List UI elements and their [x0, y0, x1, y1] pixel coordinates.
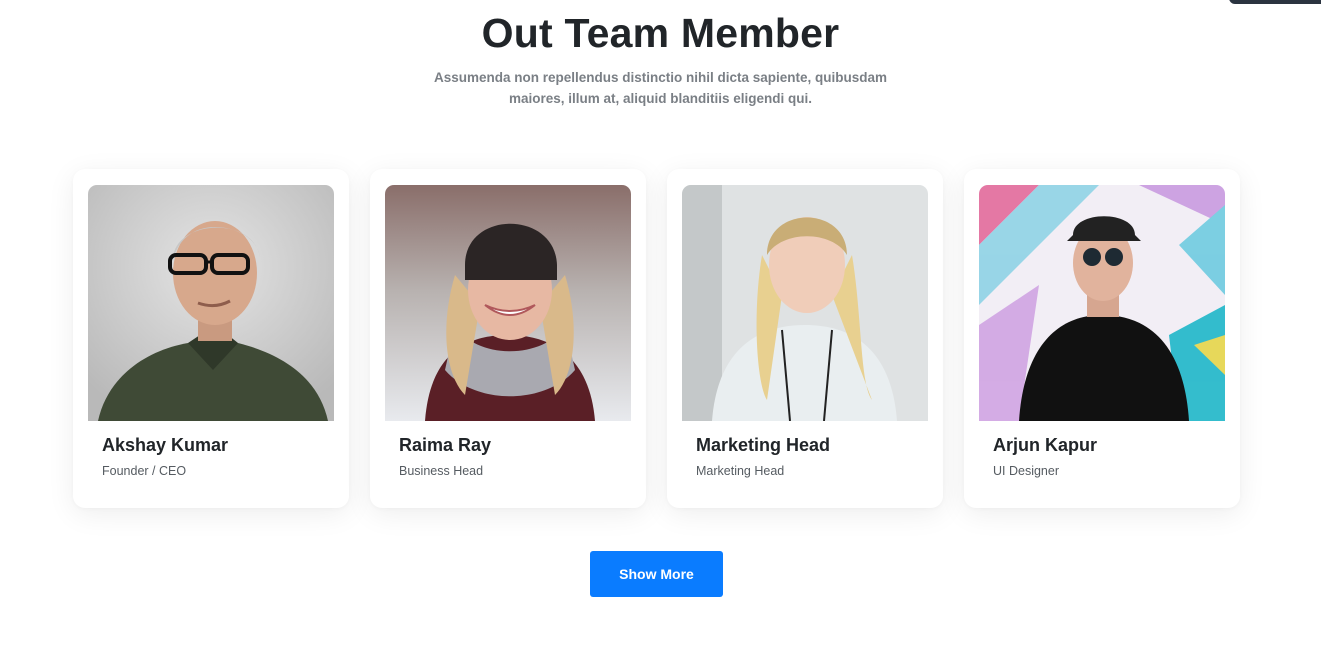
member-name: Akshay Kumar [102, 435, 229, 455]
team-card[interactable]: Marketing Head Marketing Head [667, 169, 943, 508]
member-name: Arjun Kapur [993, 435, 1098, 455]
show-more-button[interactable]: Show More [590, 551, 723, 597]
member-name: Marketing Head [696, 435, 831, 455]
member-photo [88, 185, 334, 421]
team-card[interactable]: Arjun Kapur UI Designer [964, 169, 1240, 508]
member-photo [682, 185, 928, 421]
member-name: Raima Ray [399, 435, 492, 455]
section-subtitle: Assumenda non repellendus distinctio nih… [433, 70, 888, 106]
member-photo [979, 185, 1225, 421]
team-card[interactable]: Akshay Kumar Founder / CEO [73, 169, 349, 508]
section-title: Out Team Member [481, 10, 840, 56]
member-role: Business Head [399, 464, 484, 478]
member-role: Founder / CEO [102, 464, 187, 478]
corner-widget[interactable] [1229, 0, 1321, 4]
team-card[interactable]: Raima Ray Business Head [370, 169, 646, 508]
member-photo [385, 185, 631, 421]
member-role: Marketing Head [696, 464, 785, 478]
member-role: UI Designer [993, 464, 1059, 478]
